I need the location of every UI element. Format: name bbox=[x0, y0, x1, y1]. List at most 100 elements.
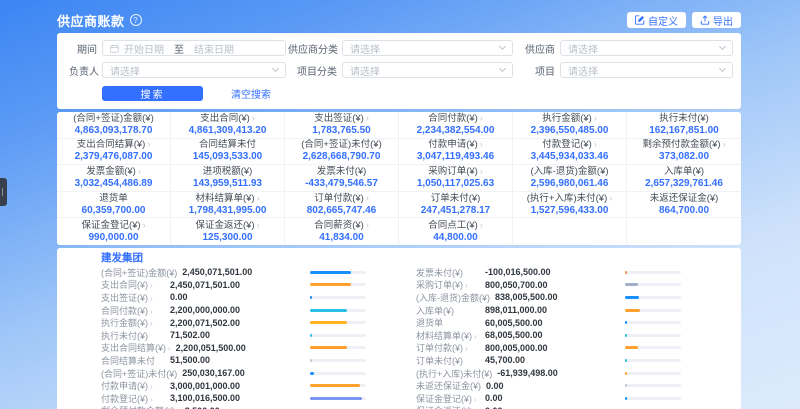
group-row[interactable]: 材料结算单(¥)› 68,005,500.00 bbox=[416, 329, 681, 342]
summary-card[interactable]: 剩余预付款金额(¥)› 373,082.00 bbox=[627, 139, 741, 166]
metric-value: 2,657,329,761.46 bbox=[645, 178, 723, 190]
export-button[interactable]: 导出 bbox=[692, 12, 741, 28]
drill-arrow-icon: › bbox=[143, 220, 146, 230]
metric-label: 合同付款(¥) bbox=[428, 113, 478, 124]
owner-select[interactable]: 请选择 bbox=[102, 62, 286, 78]
row-label: 付款登记(¥)› bbox=[101, 392, 165, 405]
row-bar bbox=[310, 271, 366, 274]
row-value: 800,005,000.00 bbox=[485, 343, 548, 353]
date-range-separator: 至 bbox=[174, 41, 184, 56]
row-label: 保证金登记(¥)› bbox=[416, 392, 480, 405]
summary-card[interactable]: 支出签证(¥)› 1,783,765.50 bbox=[285, 112, 399, 139]
summary-card[interactable]: 支出合同(¥)› 4,861,309,413.20 bbox=[171, 112, 285, 139]
row-bar bbox=[310, 296, 366, 299]
help-icon[interactable]: ? bbox=[130, 14, 142, 26]
summary-card[interactable]: 合同薪资(¥)› 41,834.00 bbox=[285, 218, 399, 245]
group-row: 订单未付(¥) 45,700.00 bbox=[416, 354, 681, 367]
group-row[interactable]: 保证金返还(¥)› 0.00 bbox=[416, 405, 681, 409]
supplier-placeholder: 请选择 bbox=[568, 41, 598, 56]
metric-label: 进项税额(¥) bbox=[203, 166, 253, 177]
row-label: 支出合同结算(¥)› bbox=[101, 341, 171, 354]
summary-card[interactable]: 支出合同结算(¥)› 2,379,476,087.00 bbox=[57, 139, 171, 166]
row-label: 材料结算单(¥)› bbox=[416, 329, 480, 342]
supplier-category-select[interactable]: 请选择 bbox=[342, 40, 513, 56]
group-row[interactable]: 合同付款(¥)› 2,200,000,000.00 bbox=[101, 304, 366, 317]
group-row[interactable]: 剩余预付款金额(¥)› 8,500.00 bbox=[101, 405, 366, 409]
group-row[interactable]: 支出合同(¥)› 2,450,071,501.00 bbox=[101, 279, 366, 292]
drill-arrow-icon: › bbox=[147, 139, 150, 149]
row-bar bbox=[310, 359, 366, 362]
summary-card[interactable]: 采购订单(¥)› 1,050,117,025.63 bbox=[399, 165, 513, 192]
summary-card[interactable]: 付款申请(¥)› 3,047,119,493.46 bbox=[399, 139, 513, 166]
search-button[interactable]: 搜索 bbox=[102, 86, 203, 101]
metric-value: 162,167,851.00 bbox=[649, 125, 719, 137]
export-label: 导出 bbox=[713, 13, 733, 28]
metric-label: 支出合同结算(¥) bbox=[77, 139, 146, 150]
group-row[interactable]: 付款申请(¥)› 3,000,001,000.00 bbox=[101, 379, 366, 392]
metric-value: 2,234,382,554.00 bbox=[417, 125, 495, 137]
group-row[interactable]: 支出合同结算(¥)› 2,200,051,500.00 bbox=[101, 342, 366, 355]
group-row[interactable]: 执行金额(¥)› 2,200,071,502.00 bbox=[101, 316, 366, 329]
clear-search-link[interactable]: 清空搜索 bbox=[231, 86, 271, 101]
group-row[interactable]: 订单付款(¥)› 800,005,000.00 bbox=[416, 342, 681, 355]
drill-arrow-icon: › bbox=[168, 344, 171, 353]
row-value: -100,016,500.00 bbox=[485, 267, 551, 277]
row-label: 订单未付(¥) bbox=[416, 354, 480, 367]
metric-value: 1,527,596,433.00 bbox=[531, 205, 609, 217]
date-range-input[interactable]: 开始日期 至 结束日期 bbox=[102, 40, 286, 56]
metric-label: 支出签证(¥) bbox=[314, 113, 364, 124]
metric-label: 入库单(¥) bbox=[664, 166, 704, 177]
page-title: 供应商账款 bbox=[57, 11, 125, 30]
customize-button[interactable]: 自定义 bbox=[627, 12, 686, 28]
drill-arrow-icon: › bbox=[366, 193, 369, 203]
group-row[interactable]: 支出签证(¥)› 0.00 bbox=[101, 291, 366, 304]
summary-card[interactable]: 付款登记(¥)› 3,445,934,033.46 bbox=[513, 139, 627, 166]
project-category-select[interactable]: 请选择 bbox=[342, 62, 513, 78]
row-label: 支出签证(¥)› bbox=[101, 291, 165, 304]
drill-arrow-icon: › bbox=[594, 113, 597, 123]
metric-value: 1,798,431,995.00 bbox=[189, 205, 267, 217]
drill-arrow-icon: › bbox=[257, 220, 260, 230]
summary-card[interactable]: 执行金额(¥)› 2,396,550,485.00 bbox=[513, 112, 627, 139]
titlebar: 供应商账款 ? 自定义 导出 bbox=[57, 0, 741, 29]
row-value: 45,700.00 bbox=[485, 355, 525, 365]
drill-arrow-icon: › bbox=[609, 193, 612, 203]
group-row[interactable]: 采购订单(¥)› 800,050,700.00 bbox=[416, 279, 681, 292]
row-bar bbox=[625, 296, 681, 299]
metric-label: 订单未付(¥) bbox=[431, 193, 481, 204]
supplier-select[interactable]: 请选择 bbox=[560, 40, 733, 56]
row-value: 0.00 bbox=[170, 292, 188, 302]
supplier-category-placeholder: 请选择 bbox=[350, 41, 380, 56]
metric-value: 990,000.00 bbox=[88, 232, 138, 244]
group-row[interactable]: 付款登记(¥)› 3,100,016,500.00 bbox=[101, 392, 366, 405]
group-row[interactable]: 保证金登记(¥)› 0.00 bbox=[416, 392, 681, 405]
metric-value: 3,047,119,493.46 bbox=[417, 151, 494, 163]
summary-card[interactable]: 保证金登记(¥)› 990,000.00 bbox=[57, 218, 171, 245]
summary-card[interactable]: (执行+入库)未付(¥)› 1,527,596,433.00 bbox=[513, 192, 627, 219]
row-value: 68,005,500.00 bbox=[485, 330, 543, 340]
summary-card[interactable]: 发票金额(¥)› 3,032,454,486.89 bbox=[57, 165, 171, 192]
sidebar-collapse-tab[interactable] bbox=[0, 178, 7, 206]
group-left-column: (合同+签证)金额(¥) 2,450,071,501.00 支出合同(¥)› 2… bbox=[101, 266, 366, 409]
project-category-placeholder: 请选择 bbox=[350, 63, 380, 78]
group-row: 发票未付(¥) -100,016,500.00 bbox=[416, 266, 681, 279]
empty-cell bbox=[513, 218, 627, 245]
summary-card[interactable]: 合同付款(¥)› 2,234,382,554.00 bbox=[399, 112, 513, 139]
metric-value: 864,700.00 bbox=[659, 205, 709, 217]
row-bar bbox=[625, 346, 681, 349]
row-bar bbox=[625, 271, 681, 274]
group-row: (入库-退货)金额(¥) 838,005,500.00 bbox=[416, 291, 681, 304]
group-row: 入库单(¥) 898,011,000.00 bbox=[416, 304, 681, 317]
page-content: 供应商账款 ? 自定义 导出 期间 开 bbox=[57, 0, 741, 409]
summary-card[interactable]: 合同点工(¥)› 44,800.00 bbox=[399, 218, 513, 245]
project-select[interactable]: 请选择 bbox=[560, 62, 733, 78]
summary-card[interactable]: 材料结算单(¥)› 1,798,431,995.00 bbox=[171, 192, 285, 219]
row-value: 71,502.00 bbox=[170, 330, 210, 340]
drill-arrow-icon: › bbox=[480, 139, 483, 149]
drill-arrow-icon: › bbox=[723, 139, 726, 149]
summary-card[interactable]: 保证金返还(¥)› 125,300.00 bbox=[171, 218, 285, 245]
drill-arrow-icon: › bbox=[465, 281, 468, 290]
group-right-column: 发票未付(¥) -100,016,500.00 采购订单(¥)› 800,050… bbox=[416, 266, 681, 409]
summary-card[interactable]: 订单付款(¥)› 802,665,747.46 bbox=[285, 192, 399, 219]
metric-value: 145,093,533.00 bbox=[193, 151, 263, 163]
